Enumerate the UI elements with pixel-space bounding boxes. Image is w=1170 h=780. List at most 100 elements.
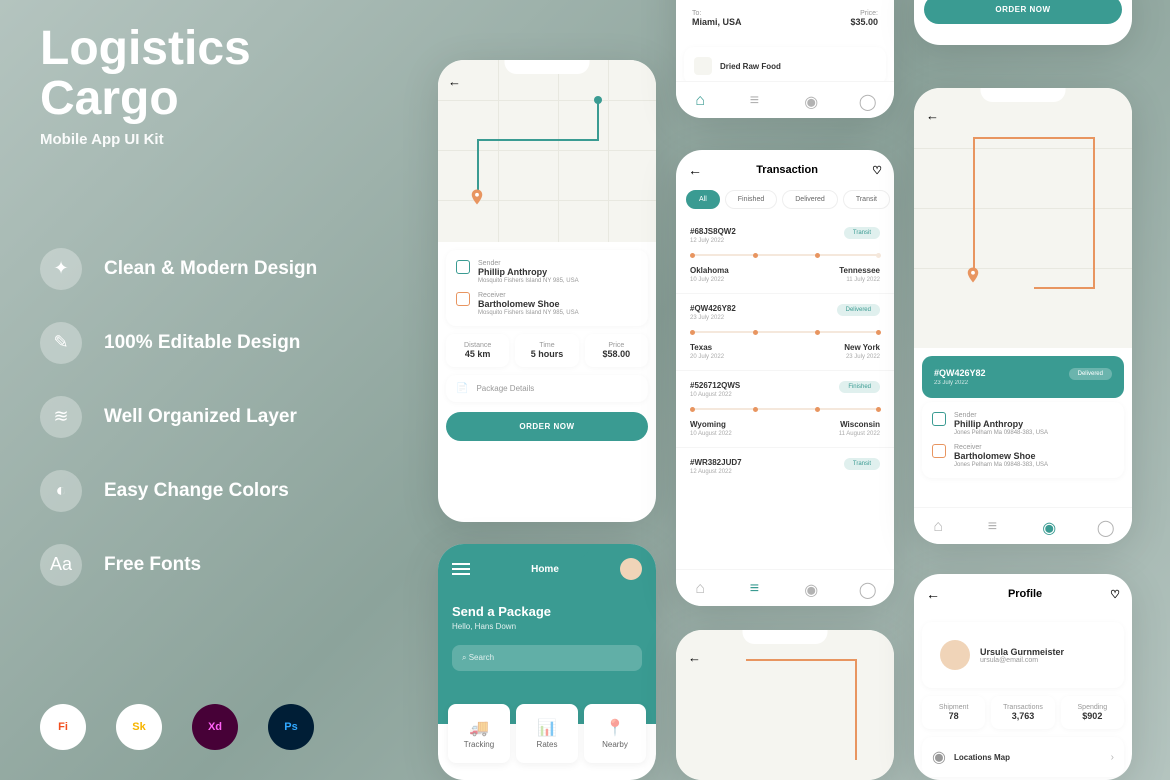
status-badge: Transit xyxy=(844,458,880,470)
status-badge: Delivered xyxy=(837,304,880,316)
hero-panel: Logistics Cargo Mobile App UI Kit ✦Clean… xyxy=(40,24,400,618)
feature-item: ◐Easy Change Colors xyxy=(40,470,400,512)
screen-summary-partial: To:Price: Miami, USA$35.00 Dried Raw Foo… xyxy=(676,0,894,118)
profile-stats: Shipment78 Transactions3,763 Spending$90… xyxy=(922,696,1124,729)
bell-icon[interactable]: ♡ xyxy=(1110,588,1120,601)
tx-title: Transaction xyxy=(756,164,818,176)
order-now-button[interactable]: ORDER NOW xyxy=(446,412,648,441)
route-path xyxy=(438,60,656,242)
nearby-tile[interactable]: 📍Nearby xyxy=(584,704,646,763)
route-path xyxy=(914,88,1132,348)
nav-user-icon[interactable]: ◯ xyxy=(859,92,875,108)
home-header: Home Send a Package Hello, Hans Down ⌕ S… xyxy=(438,544,656,724)
status-badge: Delivered xyxy=(1069,368,1112,380)
route-map[interactable]: ← xyxy=(438,60,656,242)
palette-icon: ◐ xyxy=(40,470,82,512)
search-icon: ⌕ xyxy=(462,653,469,662)
font-icon: Aa xyxy=(40,544,82,586)
tx-list: #68JS8QW212 July 2022Transit Oklahoma10 … xyxy=(676,217,894,485)
avatar[interactable] xyxy=(940,640,970,670)
sender-icon xyxy=(932,412,946,426)
avatar[interactable] xyxy=(620,558,642,580)
map-icon: ◉ xyxy=(932,747,946,767)
chip-delivered[interactable]: Delivered xyxy=(782,190,838,209)
chip-all[interactable]: All xyxy=(686,190,720,209)
receiver-row: ReceiverBartholomew ShoeMosquito Fishers… xyxy=(456,292,638,316)
sender-icon xyxy=(456,260,470,274)
document-icon: 📄 xyxy=(456,383,468,394)
filter-chips: All Finished Delivered Transit xyxy=(676,190,894,209)
sender-row: SenderPhillip AnthropyJones Pelham Ma 09… xyxy=(932,412,1114,436)
greeting: Hello, Hans Down xyxy=(452,622,642,631)
feature-item: ✦Clean & Modern Design xyxy=(40,248,400,290)
food-icon xyxy=(694,57,712,75)
menu-icon[interactable] xyxy=(452,563,470,575)
feature-list: ✦Clean & Modern Design ✎100% Editable De… xyxy=(40,248,400,586)
rates-icon: 📊 xyxy=(537,718,557,734)
bottom-nav: ⌂ ≡ ◉ ◯ xyxy=(676,81,894,118)
home-title: Home xyxy=(531,564,559,575)
profile-card: Ursula Gurnmeisterursula@email.com xyxy=(922,622,1124,688)
nav-list-icon[interactable]: ≡ xyxy=(988,518,1004,534)
route-parties-card: SenderPhillip AnthropyJones Pelham Ma 09… xyxy=(922,402,1124,478)
nav-home-icon[interactable]: ⌂ xyxy=(695,92,711,108)
rates-tile[interactable]: 📊Rates xyxy=(516,704,578,763)
screen-cta-partial: ORDER NOW xyxy=(914,0,1132,45)
nav-list-icon[interactable]: ≡ xyxy=(750,92,766,108)
screen-transactions: ← Transaction ♡ All Finished Delivered T… xyxy=(676,150,894,606)
tx-item[interactable]: #WR382JUD712 August 2022Transit xyxy=(676,448,894,485)
quick-actions: 🚚Tracking 📊Rates 📍Nearby xyxy=(438,704,656,763)
chip-finished[interactable]: Finished xyxy=(725,190,777,209)
map-view[interactable]: ← xyxy=(676,630,894,780)
profile-title: Profile xyxy=(1008,588,1042,600)
origin-pin-icon xyxy=(468,188,486,206)
search-input[interactable]: ⌕ Search xyxy=(452,645,642,671)
feature-item: ≋Well Organized Layer xyxy=(40,396,400,438)
xd-icon: Xd xyxy=(192,704,238,750)
parties-card: SenderPhillip AnthropyMosquito Fishers I… xyxy=(446,250,648,326)
item-row[interactable]: Dried Raw Food xyxy=(684,47,886,85)
subtitle: Mobile App UI Kit xyxy=(40,131,400,148)
bottom-nav: ⌂ ≡ ◉ ◯ xyxy=(676,569,894,606)
order-now-button[interactable]: ORDER NOW xyxy=(924,0,1122,24)
profile-email: ursula@email.com xyxy=(980,657,1064,664)
receiver-icon xyxy=(456,292,470,306)
nav-pin-icon[interactable]: ◉ xyxy=(804,92,820,108)
feature-item: ✎100% Editable Design xyxy=(40,322,400,364)
nav-pin-icon[interactable]: ◉ xyxy=(804,580,820,596)
layers-icon: ≋ xyxy=(40,396,82,438)
nav-home-icon[interactable]: ⌂ xyxy=(933,518,949,534)
locations-map-row[interactable]: ◉Locations Map › xyxy=(922,737,1124,777)
back-icon[interactable]: ← xyxy=(926,586,940,602)
truck-icon: 🚚 xyxy=(469,718,489,734)
tx-item[interactable]: #QW426Y8223 July 2022Delivered Texas20 J… xyxy=(676,294,894,371)
profile-name: Ursula Gurnmeister xyxy=(980,647,1064,657)
screen-order-detail: ← SenderPhillip AnthropyMosquito Fishers… xyxy=(438,60,656,522)
tx-item[interactable]: #68JS8QW212 July 2022Transit Oklahoma10 … xyxy=(676,217,894,294)
nav-list-icon[interactable]: ≡ xyxy=(750,580,766,596)
tracking-map[interactable]: ← xyxy=(914,88,1132,348)
nav-home-icon[interactable]: ⌂ xyxy=(695,580,711,596)
chevron-right-icon: › xyxy=(1111,752,1114,763)
nav-pin-icon[interactable]: ◉ xyxy=(1042,518,1058,534)
receiver-icon xyxy=(932,444,946,458)
bell-icon[interactable]: ♡ xyxy=(872,164,882,177)
bottom-nav: ⌂ ≡ ◉ ◯ xyxy=(914,507,1132,544)
sketch-icon: Sk xyxy=(116,704,162,750)
package-details-row[interactable]: 📄 Package Details xyxy=(446,375,648,402)
back-icon[interactable]: ← xyxy=(688,162,702,178)
feature-item: AaFree Fonts xyxy=(40,544,400,586)
pin-icon: 📍 xyxy=(605,718,625,734)
tx-item[interactable]: #526712QWS10 August 2022Finished Wyoming… xyxy=(676,371,894,448)
wand-icon: ✦ xyxy=(40,248,82,290)
sender-row: SenderPhillip AnthropyMosquito Fishers I… xyxy=(456,260,638,284)
nav-user-icon[interactable]: ◯ xyxy=(1097,518,1113,534)
chip-transit[interactable]: Transit xyxy=(843,190,890,209)
status-badge: Transit xyxy=(844,227,880,239)
tool-badges: Fi Sk Xd Ps xyxy=(40,704,314,750)
tracking-tile[interactable]: 🚚Tracking xyxy=(448,704,510,763)
pen-icon: ✎ xyxy=(40,322,82,364)
photoshop-icon: Ps xyxy=(268,704,314,750)
nav-user-icon[interactable]: ◯ xyxy=(859,580,875,596)
figma-icon: Fi xyxy=(40,704,86,750)
